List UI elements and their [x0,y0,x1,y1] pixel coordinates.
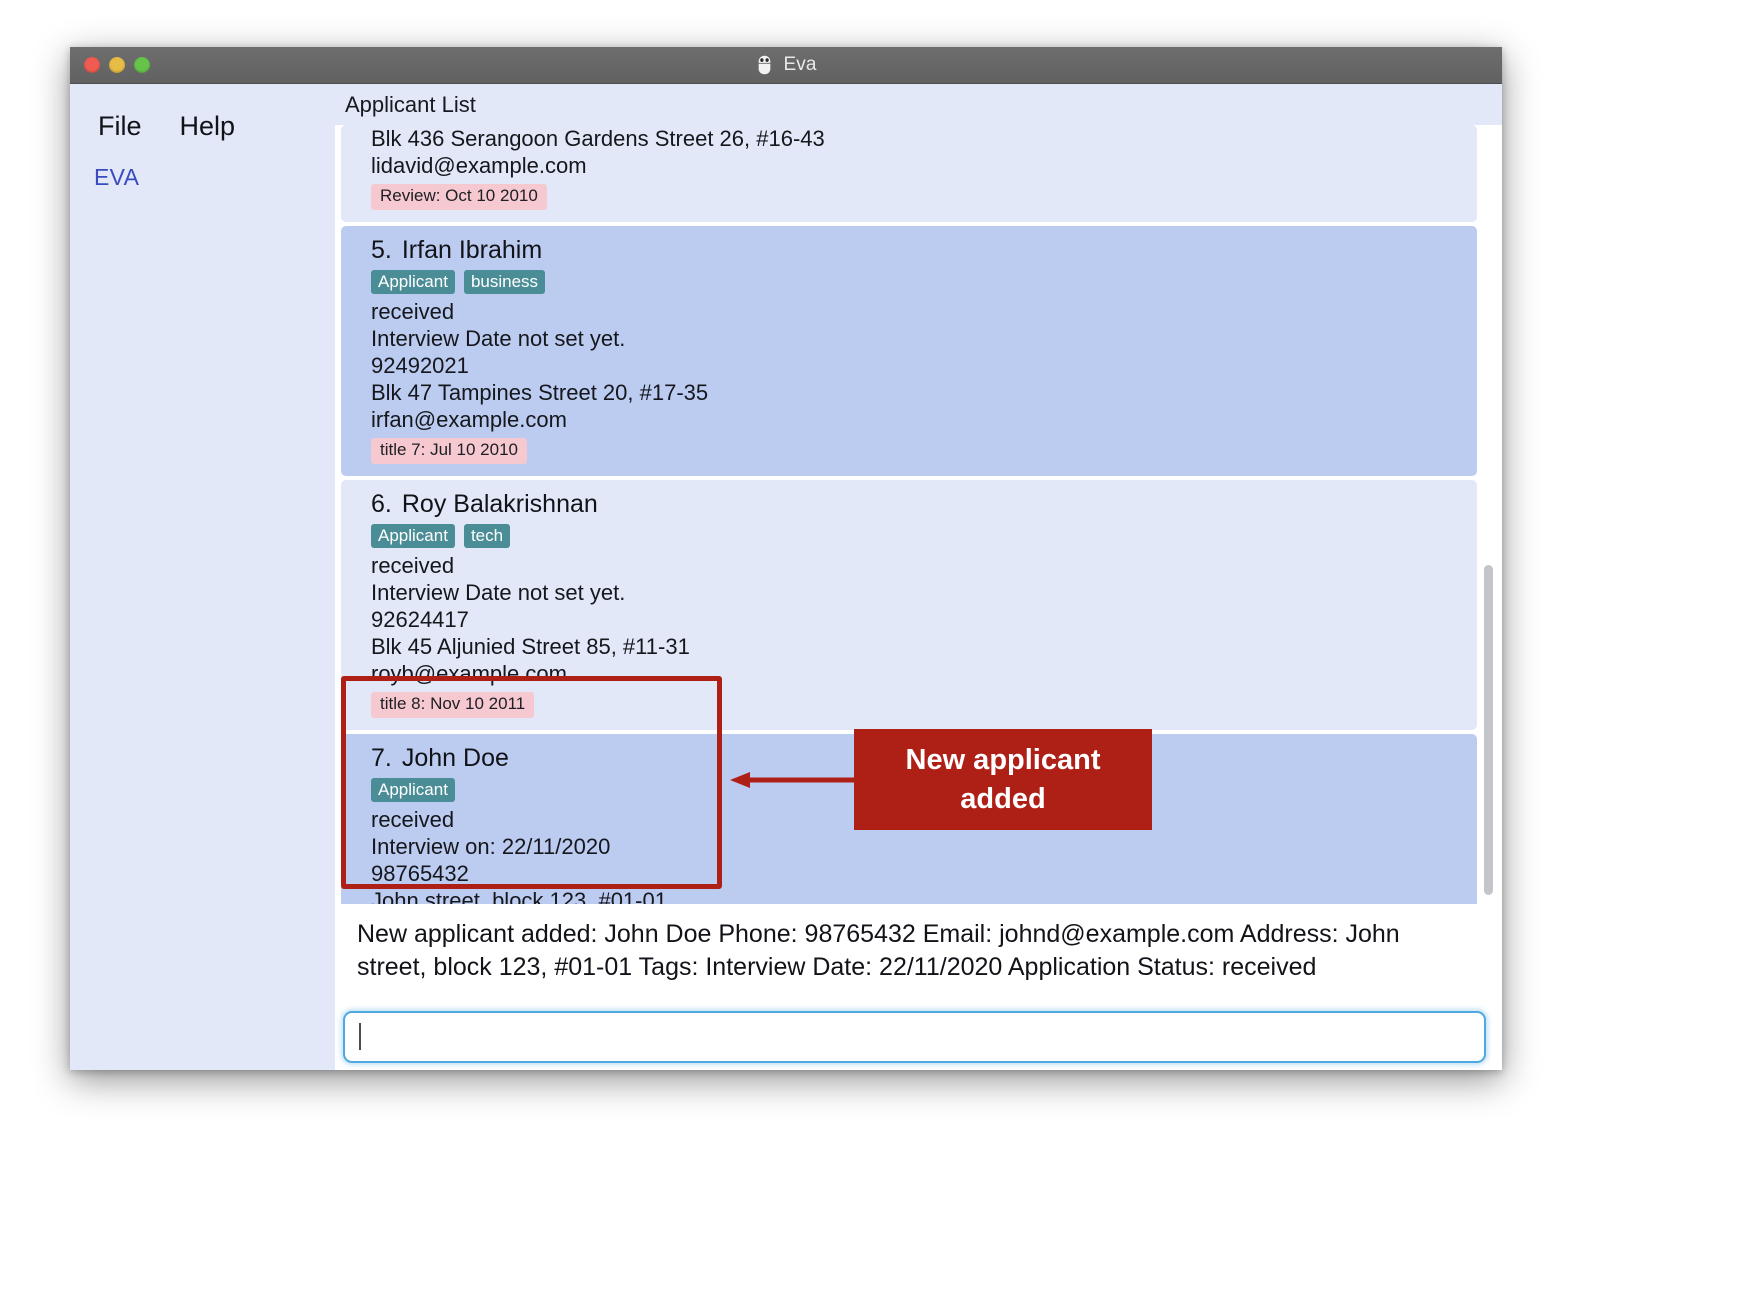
applicant-detail-line: 92624417 [371,607,469,633]
window-title: Eva [783,54,817,75]
status-area: New applicant added: John Doe Phone: 987… [335,904,1502,993]
applicant-tag: tech [463,523,511,548]
applicant-list-header: Applicant List [335,84,1502,125]
window-title-wrap: Eva [70,54,1502,76]
applicant-detail-line: Blk 45 Aljunied Street 85, #11-31 [371,634,690,660]
robot-icon [759,55,771,75]
minimize-button[interactable] [109,57,125,73]
applicant-tag: Applicant [371,523,455,548]
menu-item-file[interactable]: File [98,111,142,142]
applicant-tag: Applicant [371,269,455,294]
applicant-index: 6. [371,489,392,518]
command-input-area [335,992,1502,1070]
annotation-arrow-icon [730,772,854,788]
applicant-card[interactable]: 5. Irfan Ibrahim Applicant business received… [341,225,1477,476]
window-titlebar: Eva [70,47,1502,84]
applicant-index: 7. [371,744,392,773]
text-caret [359,1023,361,1050]
applicant-tag-row: Applicant tech [371,522,1477,552]
applicant-detail-line: irfan@example.com [371,407,567,433]
applicant-date-badge-wrap: title 7: Jul 10 2010 [371,433,1477,464]
screen: Eva File Help EVA Applicant List Blk 436… [0,0,1740,1296]
applicant-detail-line: 92492021 [371,353,469,379]
sidebar: File Help EVA [70,84,335,1070]
window-controls[interactable] [84,47,150,83]
applicant-name: 6. Roy Balakrishnan [371,489,598,518]
applicant-date-badge: title 8: Nov 10 2011 [371,692,535,719]
annotation-callout: New applicant added [854,729,1152,830]
applicant-tag: Applicant [371,778,455,803]
applicant-detail-line: lidavid@example.com [371,153,587,179]
applicant-detail-line: Interview Date not set yet. [371,325,626,351]
applicant-detail-line: Blk 436 Serangoon Gardens Street 26, #16… [371,126,825,151]
applicant-date-badge-wrap: title 8: Nov 10 2011 [371,687,1477,719]
applicant-card[interactable]: 6. Roy Balakrishnan Applicant tech received I… [341,479,1477,731]
applicant-tag: business [463,269,546,294]
window-body: File Help EVA Applicant List Blk 436 Ser… [70,84,1502,1070]
list-scrollbar[interactable] [1484,565,1493,895]
applicant-detail-line: John street, block 123, #01-01 [371,888,667,904]
applicant-detail-line: royb@example.com [371,661,567,687]
close-button[interactable] [84,57,100,73]
applicant-date-badge: title 7: Jul 10 2010 [371,438,527,464]
applicant-detail-line: Interview Date not set yet. [371,580,626,606]
applicant-card[interactable]: Blk 436 Serangoon Gardens Street 26, #16… [341,125,1477,222]
sidebar-brand-label: EVA [94,164,140,190]
applicant-detail-line: received [371,298,455,324]
applicant-date-badge-wrap: Review: Oct 10 2010 [371,179,1477,210]
status-message: New applicant added: John Doe Phone: 987… [357,920,1400,982]
command-input[interactable] [343,1010,1486,1063]
applicant-detail-line: received [371,552,455,578]
applicant-tag-row: Applicant business [371,268,1477,298]
app-window: Eva File Help EVA Applicant List Blk 436… [70,47,1502,1070]
maximize-button[interactable] [134,57,150,73]
applicant-detail-line: 98765432 [371,861,469,887]
main-pane: Applicant List Blk 436 Serangoon Gardens… [335,84,1502,1070]
menu-bar: File Help [70,84,335,142]
applicant-index: 5. [371,235,392,264]
applicant-detail-line: Interview on: 22/11/2020 [371,834,611,860]
applicant-detail-line: Blk 47 Tampines Street 20, #17-35 [371,380,709,406]
applicant-name: 5. Irfan Ibrahim [371,235,543,264]
menu-item-help[interactable]: Help [180,111,236,142]
applicant-date-badge: Review: Oct 10 2010 [371,184,547,210]
